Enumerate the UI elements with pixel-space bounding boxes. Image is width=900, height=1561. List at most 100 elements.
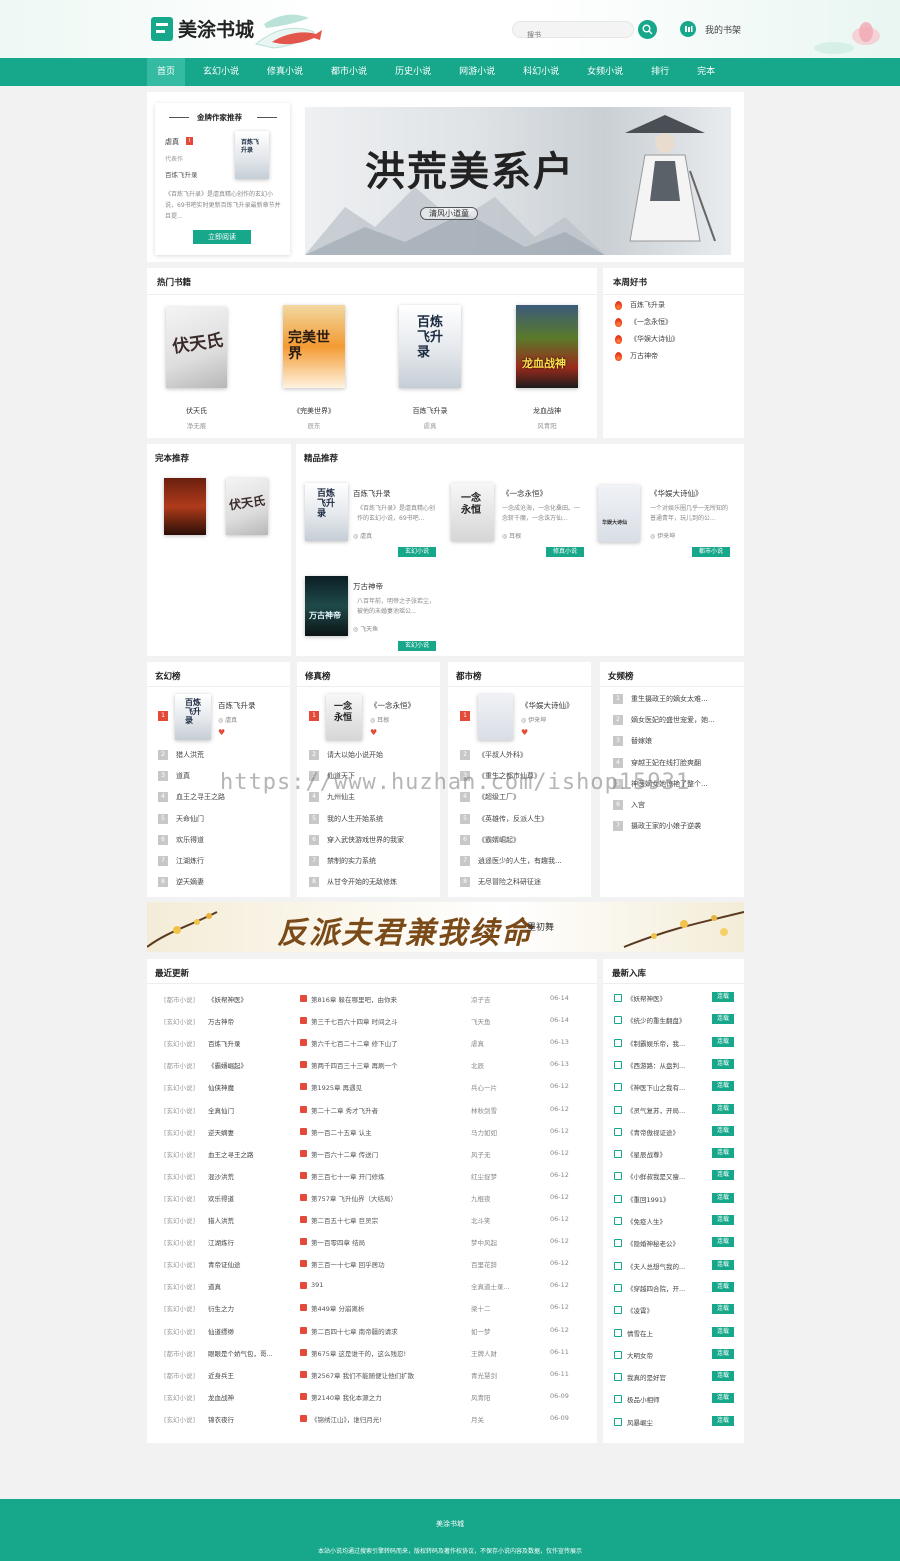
nav-kehuan[interactable]: 科幻小说 [513,58,569,86]
rank-top-name[interactable]: 百炼飞升录 [218,700,256,711]
update-chapter[interactable]: 第一百零四章 结局 [311,1237,441,1247]
finished-book-cover[interactable]: 伏天氏 [226,478,268,535]
update-chapter[interactable]: 《锦绣江山》，谁归月光! [311,1414,441,1424]
bookshelf-link[interactable]: 我的书架 [680,21,741,37]
update-book[interactable]: 衍生之力 [208,1303,288,1313]
weekly-item[interactable]: 《一念永恒》 [615,317,672,327]
finished-book-cover[interactable] [164,478,206,535]
update-chapter[interactable]: 第一百六十二章 传送门 [311,1149,441,1159]
rep-work-name[interactable]: 百炼飞升录 [165,169,198,179]
rank-list-item[interactable]: 6 穿入武侠游戏世界的我家 [309,834,434,845]
update-chapter[interactable]: 第675章 这是谁干的，这么残忍! [311,1348,441,1358]
rank-list-item[interactable]: 8 从甘令开始的无敌修炼 [309,877,434,888]
author-name[interactable]: 虐真 [165,137,179,147]
update-chapter[interactable]: 第三百一十七章 回乎居功 [311,1259,441,1269]
rank-top-cover[interactable]: 百炼飞升录 [175,694,211,740]
update-chapter[interactable]: 第757章 飞升仙界（大结局） [311,1193,441,1203]
featured-tag[interactable]: 修真小说 [546,547,584,557]
update-book[interactable]: 眼眼是个娇气包，哥... [208,1348,288,1358]
rank-list-item[interactable]: 7 摄政王家的小娘子逆袭 [613,821,738,832]
update-book[interactable]: 龙血战神 [208,1392,288,1402]
update-book[interactable]: 欢乐得道 [208,1193,288,1203]
update-book[interactable]: 仙侠神魔 [208,1082,288,1092]
nav-xuanhuan[interactable]: 玄幻小说 [193,58,249,86]
update-chapter[interactable]: 第449章 分崩离析 [311,1303,441,1313]
rank-list-item[interactable]: 1 重生摄政王的嫡女太难... [613,694,738,704]
ad-banner[interactable]: 反派夫君兼我续命 墨初舞 [147,902,744,952]
featured-tag[interactable]: 都市小说 [692,547,730,557]
update-chapter[interactable]: 第一百二十五章 认主 [311,1127,441,1137]
update-book[interactable]: 青帝证仙途 [208,1259,288,1269]
rank-top-cover[interactable] [478,694,513,740]
rank-list-item[interactable]: 2 嫡女医妃的盛世宠爱，她... [613,715,738,726]
rank-list-item[interactable]: 5 天命仙门 [158,813,283,824]
rep-work-cover[interactable]: 百炼飞升录 [235,131,269,179]
book-author[interactable]: 辰东 [278,420,350,430]
update-chapter[interactable]: 第二百四十七章 南帝疆的请求 [311,1326,441,1336]
search-button[interactable] [638,20,657,39]
book-cover[interactable]: 伏天氏 [166,307,227,388]
rank-list-item[interactable]: 2 请大以始小说开始 [309,750,434,760]
rank-top-cover[interactable]: 一念永恒 [326,694,362,740]
featured-cover[interactable]: 万古神帝 [305,576,348,636]
rank-top-name[interactable]: 《一念永恒》 [370,700,415,711]
update-chapter[interactable]: 第1925章 再遇见 [311,1082,441,1092]
update-book[interactable]: 江湖炼行 [208,1237,288,1247]
update-book[interactable]: 猎人洪荒 [208,1215,288,1225]
nav-xiuzhen[interactable]: 修真小说 [257,58,313,86]
update-chapter[interactable]: 第二十二章 秀才飞升者 [311,1105,441,1115]
nav-home[interactable]: 首页 [147,58,186,86]
rank-list-item[interactable]: 7 禁制的实力系统 [309,856,434,866]
rank-list-item[interactable]: 8 逆天嫡妻 [158,877,283,888]
update-chapter[interactable]: 第三百七十一章 开门修炼 [311,1171,441,1181]
update-book[interactable]: 混沙洪荒 [208,1171,288,1181]
search-field[interactable] [512,21,634,43]
update-book[interactable]: 全真仙门 [208,1105,288,1115]
update-book[interactable]: 血王之寻王之路 [208,1149,288,1159]
book-title[interactable]: 《完美世界》 [278,406,350,416]
nav-nvpin[interactable]: 女频小说 [577,58,633,86]
featured-cover[interactable]: 百炼飞升录 [305,483,348,541]
update-chapter[interactable]: 第两千四百三十三章 再刷一个 [311,1060,441,1070]
site-logo[interactable]: 美涂书城 [151,15,254,42]
update-book[interactable]: 《霸婿崛起》 [208,1060,288,1070]
update-book[interactable]: 万古神帝 [208,1016,288,1026]
book-cover[interactable]: 完美世界 [283,305,345,388]
update-book[interactable]: 锦衣夜行 [208,1414,288,1424]
rank-list-item[interactable]: 8 无尽冒险之科研征途 [460,877,585,888]
featured-name[interactable]: 《华娱大诗仙》 [650,488,703,499]
nav-lishi[interactable]: 历史小说 [385,58,441,86]
featured-name[interactable]: 《一念永恒》 [502,488,547,499]
featured-cover[interactable]: 一念永恒 [451,483,494,541]
update-book[interactable]: 逆天嫡妻 [208,1127,288,1137]
update-chapter[interactable]: 391 [311,1281,441,1289]
update-book[interactable]: 百炼飞升录 [208,1038,288,1048]
book-cover[interactable]: 百炼飞升录 [399,305,461,388]
update-book[interactable]: 道真 [208,1281,288,1291]
book-author[interactable]: 净无痕 [161,420,232,430]
weekly-item[interactable]: 《华娱大诗仙》 [615,334,679,344]
nav-wangyou[interactable]: 网游小说 [449,58,505,86]
hero-banner[interactable]: 洪荒美系户 清风小道童 [305,107,731,255]
book-author[interactable]: 虐真 [394,420,466,430]
rank-top-name[interactable]: 《华娱大诗仙》 [521,700,574,711]
nav-rank[interactable]: 排行 [641,58,679,86]
update-book[interactable]: 仙道缥缈 [208,1326,288,1336]
featured-name[interactable]: 百炼飞升录 [353,488,391,499]
featured-cover[interactable]: 华娱大诗仙 [598,485,640,542]
update-chapter[interactable]: 第2140章 我化本源之力 [311,1392,441,1402]
update-chapter[interactable]: 第816章 躲在哪里吧，由你来 [311,994,441,1004]
nav-finished[interactable]: 完本 [687,58,725,86]
read-now-button[interactable]: 立即阅读 [193,230,251,244]
book-author[interactable]: 风青阳 [511,420,583,430]
rank-list-item[interactable]: 4 穿越王妃在线打脸爽翻 [613,757,738,768]
update-chapter[interactable]: 第六千七百二十二章 修下山了 [311,1038,441,1048]
book-title[interactable]: 伏天氏 [161,406,232,416]
nav-dushi[interactable]: 都市小说 [321,58,377,86]
rank-list-item[interactable]: 7 江湖炼行 [158,856,283,866]
rank-list-item[interactable]: 5 我的人生开始系统 [309,813,434,824]
rank-list-item[interactable]: 2 猎人洪荒 [158,750,283,760]
featured-name[interactable]: 万古神帝 [353,581,383,592]
weekly-item[interactable]: 万古神帝 [615,351,658,361]
featured-tag[interactable]: 玄幻小说 [398,641,436,651]
